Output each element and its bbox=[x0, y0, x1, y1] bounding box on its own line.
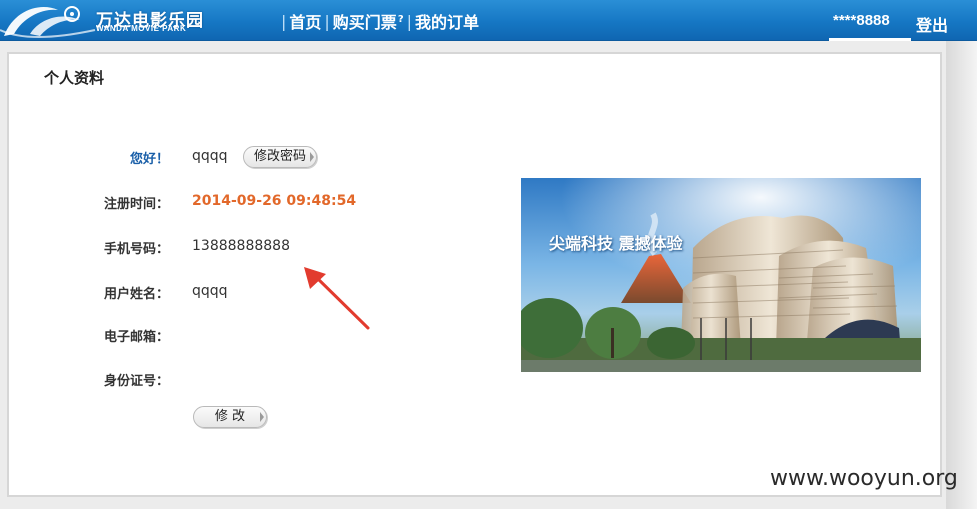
nav-item-my-orders[interactable]: 我的订单 bbox=[415, 9, 479, 33]
chevron-right-icon bbox=[260, 412, 264, 422]
page-side-shadow bbox=[946, 41, 977, 509]
nav-separator: | bbox=[281, 11, 287, 31]
username-value: qqqq bbox=[192, 148, 228, 164]
theme-park-building-image bbox=[521, 178, 921, 372]
logout-link[interactable]: 登出 bbox=[916, 12, 948, 36]
page-title: 个人资料 bbox=[44, 69, 105, 87]
reg-time-value: 2014-09-26 09:48:54 bbox=[192, 193, 357, 209]
film-reel-icon bbox=[0, 6, 96, 38]
edit-profile-label: 修 改 bbox=[214, 409, 246, 424]
top-header: 万达电影乐园 WANDA MOVIE PARK | 首页 | 购买门票? | 我… bbox=[0, 0, 977, 41]
nav-separator: | bbox=[406, 11, 413, 31]
greeting-label: 您好！ bbox=[129, 152, 169, 167]
site-logo[interactable]: 万达电影乐园 WANDA MOVIE PARK bbox=[0, 0, 240, 41]
reg-time-label: 注册时间： bbox=[103, 197, 169, 212]
chevron-right-icon bbox=[310, 152, 314, 162]
email-label: 电子邮箱： bbox=[103, 330, 169, 345]
change-password-label: 修改密码 bbox=[253, 149, 306, 164]
user-account[interactable]: ****8888 bbox=[833, 12, 890, 29]
nav-item-buy-tickets[interactable]: 购买门票? bbox=[333, 9, 404, 33]
nav-item-label: 购买门票 bbox=[332, 13, 397, 32]
change-password-button[interactable]: 修改密码 bbox=[243, 146, 317, 168]
phone-value: 13888888888 bbox=[192, 238, 290, 254]
nav-separator: | bbox=[324, 11, 330, 31]
annotation-arrow-icon bbox=[304, 267, 370, 330]
promo-banner[interactable]: 尖端科技 震撼体验 bbox=[521, 178, 921, 372]
edit-profile-button[interactable]: 修 改 bbox=[193, 406, 267, 428]
logo-subtitle: WANDA MOVIE PARK bbox=[96, 24, 187, 33]
nav-item-sup: ? bbox=[397, 13, 404, 25]
banner-slogan: 尖端科技 震撼体验 bbox=[549, 234, 683, 253]
realname-value: qqqq bbox=[192, 283, 228, 299]
main-nav: | 首页 | 购买门票? | 我的订单 bbox=[278, 9, 479, 33]
watermark: www.wooyun.org bbox=[770, 466, 958, 491]
idcard-label: 身份证号： bbox=[103, 374, 169, 389]
nav-item-home[interactable]: 首页 bbox=[289, 9, 321, 33]
realname-label: 用户姓名： bbox=[103, 287, 169, 302]
phone-label: 手机号码： bbox=[103, 242, 169, 257]
